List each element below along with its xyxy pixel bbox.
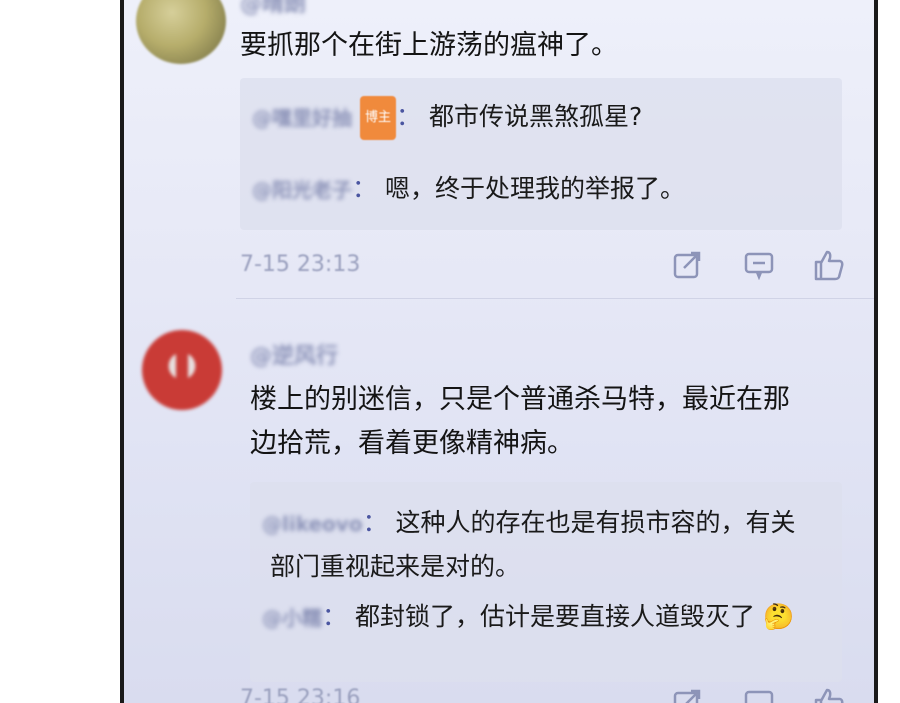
share-icon[interactable] — [672, 250, 702, 280]
comment-screen: @晴朗 要抓那个在街上游荡的瘟神了。 @嘿里好抽 博主： 都市传说黑煞孤星? @… — [120, 0, 878, 703]
comment-text: 要抓那个在街上游荡的瘟神了。 — [240, 30, 618, 61]
comment-icon[interactable] — [744, 250, 774, 280]
share-icon[interactable] — [672, 688, 702, 703]
like-icon[interactable] — [812, 686, 846, 703]
reply-username[interactable]: @阳光老子 — [252, 178, 352, 202]
timestamp: 7-15 23:13 — [240, 252, 361, 277]
reply-text: 这种人的存在也是有损市容的，有关 — [395, 508, 796, 537]
divider — [236, 298, 874, 299]
username[interactable]: @晴朗 — [240, 0, 306, 18]
reply-item[interactable]: @嘿里好抽 博主： 都市传说黑煞孤星? — [252, 96, 642, 140]
reply-item[interactable]: @阳光老子： 嗯，终于处理我的举报了。 — [252, 168, 685, 211]
reply-username[interactable]: @小糯 — [262, 606, 322, 630]
reply-text: 都市传说黑煞孤星? — [428, 102, 643, 131]
avatar[interactable] — [136, 0, 226, 64]
author-badge: 博主 — [359, 96, 396, 140]
reply-text: 都封锁了，估计是要直接人道毁灭了 — [354, 602, 755, 631]
reply-item[interactable]: @小糯： 都封锁了，估计是要直接人道毁灭了 🤔 — [262, 596, 794, 639]
timestamp: 7-15 23:16 — [240, 686, 361, 703]
reply-text: 嗯，终于处理我的举报了。 — [384, 174, 685, 203]
reply-item[interactable]: @likeovo： 这种人的存在也是有损市容的，有关 — [262, 502, 796, 545]
avatar[interactable] — [142, 330, 222, 410]
reply-username[interactable]: @likeovo — [262, 512, 363, 536]
reply-text-line: 部门重视起来是对的。 — [270, 552, 521, 581]
thinking-emoji: 🤔 — [762, 602, 795, 631]
username[interactable]: @逆风行 — [250, 338, 338, 370]
comment-text-line: 楼上的别迷信，只是个普通杀马特，最近在那 — [250, 384, 790, 415]
reply-username[interactable]: @嘿里好抽 — [252, 106, 352, 130]
comment-icon[interactable] — [744, 688, 774, 703]
comment-text-line: 边拾荒，看着更像精神病。 — [250, 428, 574, 459]
like-icon[interactable] — [812, 248, 846, 282]
